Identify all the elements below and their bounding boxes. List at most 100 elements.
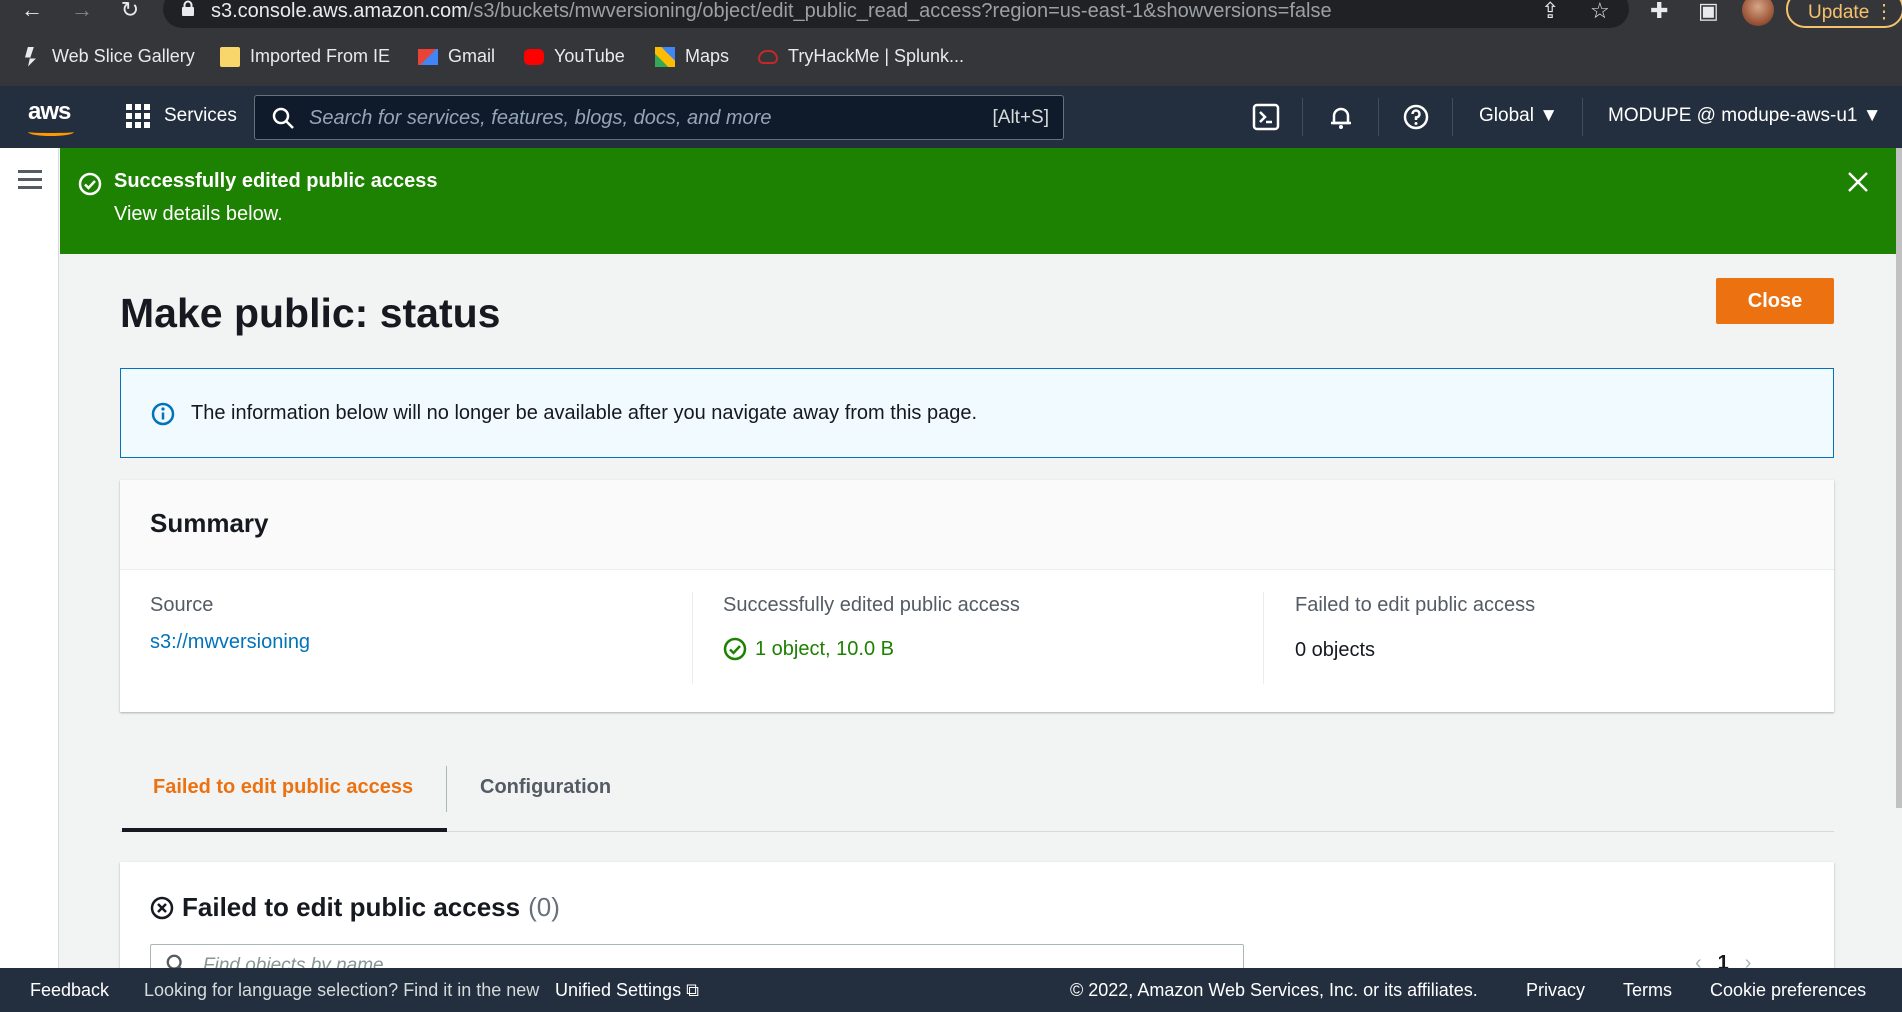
url-host: s3.console.aws.amazon.com [211, 0, 468, 22]
bookmark-gmail[interactable]: Gmail [418, 46, 495, 67]
bookmark-label: YouTube [554, 46, 625, 66]
close-button[interactable]: Close [1716, 278, 1834, 324]
bookmark-web-slice[interactable]: Web Slice Gallery [22, 46, 195, 67]
failed-panel-title-text: Failed to edit public access [182, 892, 521, 922]
bookmark-tryhackme[interactable]: TryHackMe | Splunk... [758, 46, 964, 67]
summary-heading: Summary [150, 508, 269, 538]
address-bar[interactable]: s3.console.aws.amazon.com/s3/buckets/mwv… [163, 0, 1629, 28]
summary-container: Summary Source s3://mwversioning Success… [120, 480, 1834, 712]
terms-link[interactable]: Terms [1623, 980, 1672, 1001]
column-divider [692, 592, 693, 684]
language-note: Looking for language selection? Find it … [144, 980, 540, 1000]
failed-value: 0 objects [1295, 639, 1376, 661]
profile-avatar[interactable] [1742, 0, 1774, 26]
tabs-bar: Failed to edit public access Configurati… [120, 760, 1834, 832]
url-text: s3.console.aws.amazon.com/s3/buckets/mwv… [211, 0, 1332, 23]
bookmarks-bar: Web Slice Gallery Imported From IE Gmail… [0, 42, 1902, 76]
url-path: /s3/buckets/mwversioning/object/edit_pub… [467, 0, 1332, 22]
region-selector[interactable]: Global ▼ [1479, 105, 1558, 127]
summary-source: Source s3://mwversioning [150, 594, 310, 654]
check-circle-icon [78, 172, 102, 196]
check-circle-icon [723, 637, 747, 661]
failed-panel-title: Failed to edit public access (0) [150, 892, 560, 923]
maps-icon [655, 46, 675, 67]
youtube-icon [524, 48, 544, 65]
unified-settings-link[interactable]: Unified Settings ⧉ [555, 980, 699, 1001]
web-slice-icon [25, 46, 36, 67]
update-label: Update [1808, 2, 1870, 23]
forward-icon[interactable]: → [68, 0, 96, 24]
search-icon [272, 107, 294, 129]
info-icon [151, 402, 175, 426]
aws-logo[interactable]: aws [28, 98, 74, 136]
aws-top-nav: aws Services Search for services, featur… [0, 86, 1902, 148]
search-placeholder: Search for services, features, blogs, do… [309, 107, 772, 129]
browser-toolbar: ← → ↻ s3.console.aws.amazon.com/s3/bucke… [0, 0, 1902, 30]
services-label: Services [164, 105, 237, 126]
extensions-icon[interactable]: ✚ [1650, 0, 1668, 24]
cloud-icon [758, 49, 778, 64]
privacy-link[interactable]: Privacy [1526, 980, 1585, 1001]
service-search-input[interactable]: Search for services, features, blogs, do… [254, 95, 1064, 140]
update-button[interactable]: Update ⋮ [1786, 0, 1902, 28]
failed-count: (0) [528, 892, 560, 922]
info-text: The information below will no longer be … [191, 402, 977, 424]
reload-icon[interactable]: ↻ [116, 0, 144, 24]
bookmark-label: Imported From IE [250, 46, 391, 66]
share-icon[interactable]: ⇪ [1541, 0, 1559, 24]
bookmark-youtube[interactable]: YouTube [524, 46, 625, 67]
browser-chrome: ← → ↻ s3.console.aws.amazon.com/s3/bucke… [0, 0, 1902, 86]
aws-logo-text: aws [28, 98, 71, 125]
nav-divider [1582, 98, 1583, 136]
bell-icon[interactable] [1327, 103, 1355, 131]
summary-failed: Failed to edit public access 0 objects [1295, 594, 1535, 662]
info-alert: The information below will no longer be … [120, 368, 1834, 458]
console-footer: Feedback Looking for language selection?… [0, 968, 1902, 1012]
bookmark-imported[interactable]: Imported From IE [220, 46, 390, 67]
grid-icon [126, 104, 150, 128]
bookmark-label: TryHackMe | Splunk... [788, 46, 965, 66]
side-navigation [0, 148, 59, 968]
nav-divider [1378, 98, 1379, 136]
column-divider [1263, 592, 1264, 684]
nav-divider [1452, 98, 1453, 136]
side-panel-icon[interactable]: ▣ [1698, 0, 1719, 24]
success-label: Successfully edited public access [723, 594, 1020, 616]
bookmark-label: Gmail [448, 46, 496, 66]
flash-title: Successfully edited public access [114, 170, 438, 192]
tab-divider [446, 766, 447, 812]
feedback-link[interactable]: Feedback [30, 980, 109, 1001]
help-icon[interactable] [1402, 103, 1430, 131]
success-value-text: 1 object, 10.0 B [755, 637, 894, 660]
failed-label: Failed to edit public access [1295, 594, 1536, 616]
aws-smile-icon [28, 128, 74, 136]
external-link-icon: ⧉ [686, 980, 699, 1000]
unified-settings-label: Unified Settings [555, 980, 682, 1000]
gmail-icon [418, 48, 438, 65]
close-icon[interactable] [1844, 168, 1872, 196]
copyright-text: © 2022, Amazon Web Services, Inc. or its… [1070, 980, 1478, 1000]
folder-icon [220, 46, 240, 67]
bookmark-maps[interactable]: Maps [655, 46, 729, 67]
star-icon[interactable]: ☆ [1590, 0, 1610, 24]
page-scrollbar[interactable] [1896, 148, 1902, 808]
page-title: Make public: status [120, 290, 501, 336]
cloudshell-icon[interactable] [1252, 103, 1280, 131]
cookie-preferences-link[interactable]: Cookie preferences [1710, 980, 1866, 1001]
search-shortcut: [Alt+S] [992, 107, 1050, 128]
source-link[interactable]: s3://mwversioning [150, 631, 310, 654]
success-value: 1 object, 10.0 B [723, 637, 1020, 661]
hamburger-menu-icon[interactable] [18, 170, 42, 190]
source-label: Source [150, 594, 214, 616]
services-menu[interactable]: Services [126, 104, 237, 128]
tab-configuration[interactable]: Configuration [480, 776, 611, 799]
nav-divider [1302, 98, 1303, 136]
lock-icon [182, 0, 194, 16]
tab-failed[interactable]: Failed to edit public access [153, 776, 413, 799]
summary-header: Summary [120, 480, 1834, 570]
back-icon[interactable]: ← [18, 0, 46, 24]
flash-message: View details below. [114, 203, 283, 225]
x-circle-icon [150, 896, 174, 919]
bookmark-label: Maps [685, 46, 730, 66]
account-menu[interactable]: MODUPE @ modupe-aws-u1 ▼ [1608, 105, 1882, 127]
